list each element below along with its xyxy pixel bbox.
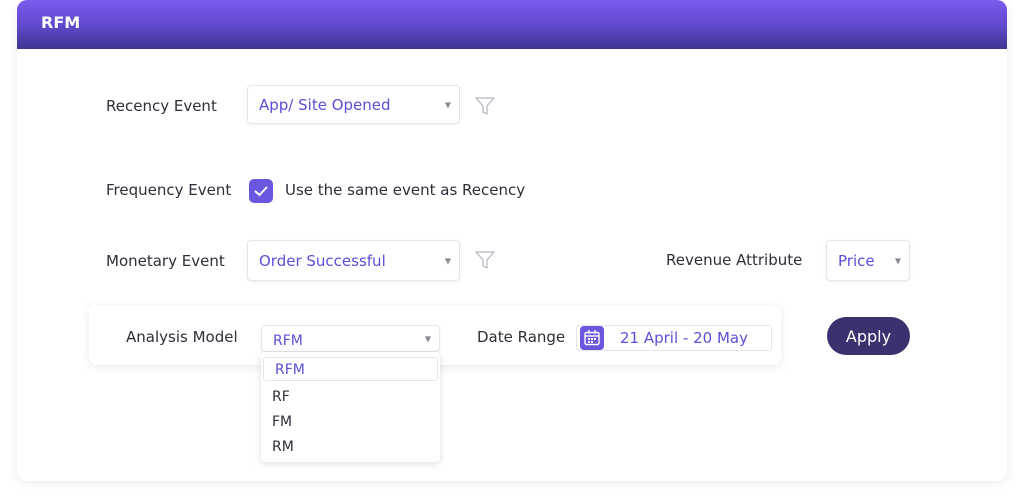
card-header: RFM	[17, 0, 1007, 49]
analysis-model-label: Analysis Model	[126, 328, 238, 346]
caret-down-icon: ▼	[444, 100, 451, 109]
caret-down-icon: ▼	[894, 256, 901, 265]
revenue-attribute-label: Revenue Attribute	[666, 251, 803, 269]
recency-event-select[interactable]: App/ Site Opened ▼	[247, 85, 460, 124]
same-event-checkbox[interactable]	[249, 179, 273, 203]
header-title: RFM	[41, 13, 81, 32]
analysis-model-value: RFM	[273, 333, 303, 349]
filter-icon[interactable]	[474, 95, 496, 117]
check-icon	[254, 186, 268, 196]
monetary-event-select[interactable]: Order Successful ▼	[247, 240, 460, 281]
apply-button[interactable]: Apply	[827, 317, 910, 355]
same-event-label: Use the same event as Recency	[285, 181, 526, 199]
date-range-value: 21 April - 20 May	[620, 329, 748, 347]
date-range-label: Date Range	[477, 328, 566, 346]
monetary-event-value: Order Successful	[259, 251, 386, 270]
dropdown-option-rfm[interactable]: RFM	[263, 357, 438, 381]
dropdown-option-rf[interactable]: RF	[261, 385, 440, 409]
analysis-model-select[interactable]: RFM ▼	[261, 325, 440, 352]
date-range-input[interactable]: 21 April - 20 May	[576, 325, 772, 351]
calendar-icon[interactable]	[580, 326, 604, 350]
recency-event-label: Recency Event	[106, 97, 217, 115]
revenue-attribute-value: Price	[838, 251, 875, 270]
filter-icon[interactable]	[474, 249, 496, 271]
recency-event-value: App/ Site Opened	[259, 95, 391, 114]
calendar-glyph	[584, 329, 600, 346]
caret-down-icon: ▼	[444, 256, 451, 265]
analysis-model-dropdown: RFM RF FM RM	[261, 352, 440, 462]
dropdown-option-rm[interactable]: RM	[261, 435, 440, 459]
caret-down-icon: ▼	[424, 334, 431, 343]
revenue-attribute-select[interactable]: Price ▼	[826, 240, 910, 281]
frequency-event-label: Frequency Event	[106, 181, 232, 199]
dropdown-option-fm[interactable]: FM	[261, 410, 440, 434]
monetary-event-label: Monetary Event	[106, 252, 225, 270]
